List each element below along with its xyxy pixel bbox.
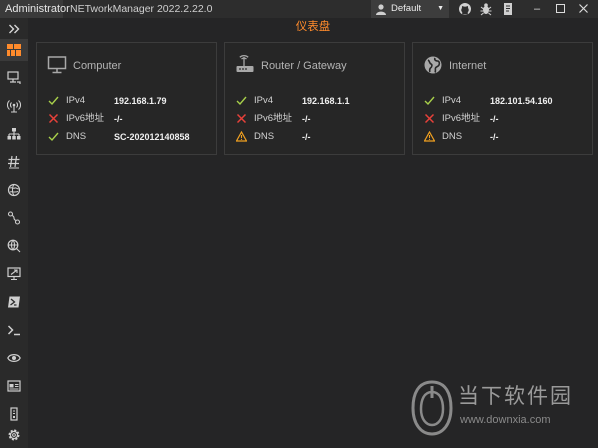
user-icon xyxy=(376,4,386,15)
sidebar-item-port-scanner[interactable] xyxy=(0,151,28,173)
router-gateway-card: Router / Gateway IPv4 192.168.1.1 IPv6地址… xyxy=(224,42,405,155)
info-label: DNS xyxy=(254,131,275,142)
error-icon xyxy=(236,113,247,124)
watermark-logo-icon xyxy=(411,380,453,436)
info-value: -/- xyxy=(490,132,499,142)
info-label: IPv4 xyxy=(66,95,86,106)
info-value: 182.101.54.160 xyxy=(490,96,553,106)
info-label: IPv6地址 xyxy=(254,113,293,124)
web-console-icon xyxy=(7,380,21,392)
remote-desktop-icon xyxy=(7,267,21,281)
info-row-ipv6: IPv6地址 -/- xyxy=(236,112,401,126)
sidebar-item-ip-scanner[interactable] xyxy=(0,123,28,145)
check-icon xyxy=(424,96,435,106)
port-scanner-icon xyxy=(8,155,20,169)
info-label: DNS xyxy=(66,131,87,142)
info-row-dns: DNS SC-202012140858 xyxy=(48,130,213,144)
error-icon xyxy=(424,113,435,124)
window-title: NETworkManager 2022.2.22.0 xyxy=(70,3,213,15)
info-row-dns: DNS -/- xyxy=(424,130,589,144)
profile-name: Default xyxy=(391,3,422,14)
info-row-ipv4: IPv4 192.168.1.1 xyxy=(236,94,401,108)
bug-icon[interactable] xyxy=(479,2,493,16)
info-value: -/- xyxy=(114,114,123,124)
error-icon xyxy=(48,113,59,124)
info-label: DNS xyxy=(442,131,463,142)
info-value: 192.168.1.79 xyxy=(114,96,167,106)
admin-badge: Administrator xyxy=(0,0,70,18)
info-label: IPv6地址 xyxy=(442,113,481,124)
page-title: 仪表盘 xyxy=(295,21,331,33)
ping-monitor-icon xyxy=(7,183,21,197)
watermark-text: 当下软件园 xyxy=(458,385,573,408)
title-bar: Administrator NETworkManager 2022.2.22.0… xyxy=(0,0,598,18)
warning-icon xyxy=(424,131,435,142)
info-label: IPv4 xyxy=(254,95,274,106)
close-icon xyxy=(578,4,588,13)
sidebar-item-network-interface[interactable] xyxy=(0,67,28,89)
gear-icon xyxy=(8,429,20,441)
putty-icon xyxy=(7,325,20,336)
info-value: SC-202012140858 xyxy=(114,132,190,142)
chevron-double-right-icon xyxy=(9,24,20,34)
sidebar-item-wifi[interactable] xyxy=(0,95,28,117)
sidebar-item-dashboard[interactable] xyxy=(0,39,28,61)
globe-icon xyxy=(424,56,442,74)
maximize-icon xyxy=(555,4,565,13)
ip-scanner-icon xyxy=(7,128,21,140)
sidebar-expand-button[interactable] xyxy=(0,18,28,40)
powershell-icon xyxy=(8,296,20,308)
sidebar-item-remote-desktop[interactable] xyxy=(0,263,28,285)
sidebar-item-ping-monitor[interactable] xyxy=(0,179,28,201)
monitor-icon xyxy=(47,56,67,74)
watermark: 当下软件园 www.downxia.com xyxy=(410,380,590,442)
card-title: Computer xyxy=(73,60,122,72)
router-icon xyxy=(236,55,254,72)
watermark-url: www.downxia.com xyxy=(460,414,551,426)
check-icon xyxy=(48,96,59,106)
sidebar xyxy=(0,18,28,448)
info-value: -/- xyxy=(302,132,311,142)
computer-card: Computer IPv4 192.168.1.79 IPv6地址 -/- DN… xyxy=(36,42,217,155)
settings-button[interactable] xyxy=(0,424,28,446)
info-value: -/- xyxy=(490,114,499,124)
sidebar-item-powershell[interactable] xyxy=(0,291,28,313)
chevron-down-icon: ▼ xyxy=(437,5,444,12)
profile-selector[interactable]: Default ▼ xyxy=(371,0,449,18)
maximize-button[interactable] xyxy=(549,0,571,18)
snmp-icon xyxy=(10,407,18,421)
github-icon[interactable] xyxy=(458,2,472,16)
info-label: IPv4 xyxy=(442,95,462,106)
check-icon xyxy=(236,96,247,106)
document-icon[interactable] xyxy=(501,2,515,16)
wifi-icon xyxy=(7,100,21,113)
dns-lookup-icon xyxy=(7,239,21,253)
traceroute-icon xyxy=(7,211,21,225)
info-row-dns: DNS -/- xyxy=(236,130,401,144)
sidebar-item-putty[interactable] xyxy=(0,319,28,341)
info-label: IPv6地址 xyxy=(66,113,105,124)
info-row-ipv4: IPv4 192.168.1.79 xyxy=(48,94,213,108)
info-row-ipv6: IPv6地址 -/- xyxy=(48,112,213,126)
info-row-ipv6: IPv6地址 -/- xyxy=(424,112,589,126)
info-value: -/- xyxy=(302,114,311,124)
sidebar-item-dns-lookup[interactable] xyxy=(0,235,28,257)
minimize-button[interactable]: – xyxy=(526,0,548,18)
sidebar-item-traceroute[interactable] xyxy=(0,207,28,229)
internet-card: Internet IPv4 182.101.54.160 IPv6地址 -/- … xyxy=(412,42,593,155)
check-icon xyxy=(48,132,59,142)
card-title: Router / Gateway xyxy=(261,60,347,72)
tigervnc-icon xyxy=(7,354,21,362)
sidebar-item-snmp[interactable] xyxy=(0,403,28,425)
sidebar-item-tigervnc[interactable] xyxy=(0,347,28,369)
card-title: Internet xyxy=(449,60,487,72)
sidebar-item-web-console[interactable] xyxy=(0,375,28,397)
dashboard-icon xyxy=(7,44,21,56)
network-interface-icon xyxy=(7,71,21,84)
warning-icon xyxy=(236,131,247,142)
close-button[interactable] xyxy=(572,0,594,18)
info-row-ipv4: IPv4 182.101.54.160 xyxy=(424,94,589,108)
info-value: 192.168.1.1 xyxy=(302,96,350,106)
